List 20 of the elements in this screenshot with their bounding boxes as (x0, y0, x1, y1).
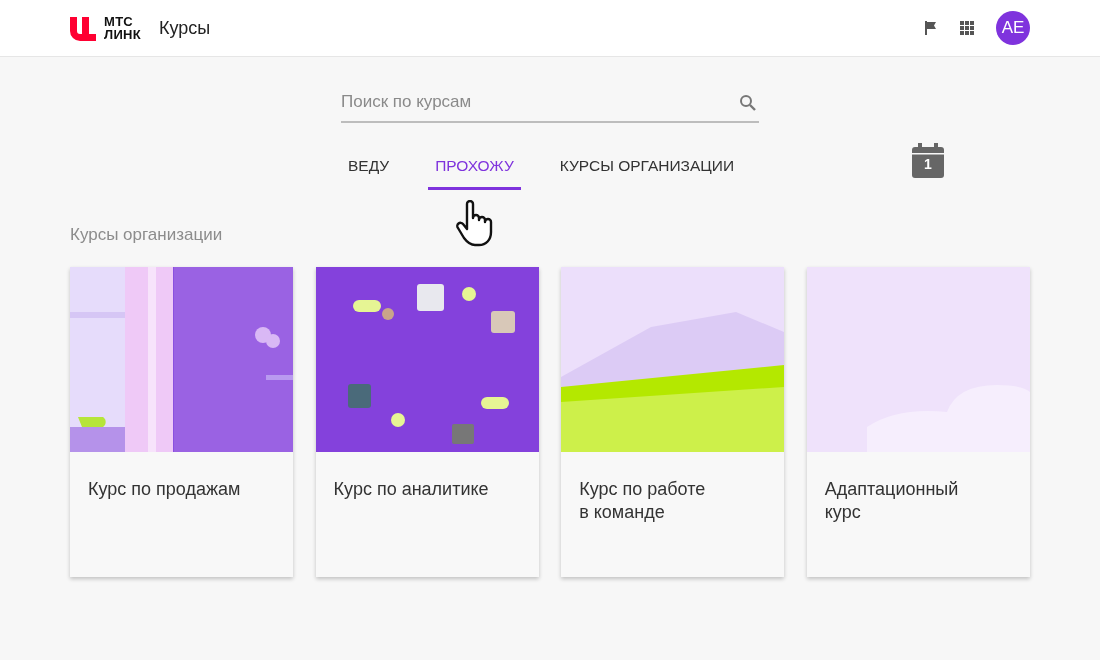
course-title: Курс по работе в команде (578, 478, 707, 524)
page-title: Курсы (159, 17, 211, 39)
section-title: Курсы организации (70, 225, 224, 245)
course-card[interactable]: Курс по аналитике (315, 267, 539, 577)
apps-grid-icon[interactable] (960, 21, 974, 35)
logo-icon (70, 15, 96, 41)
search-field[interactable]: Поиск по курсам (341, 83, 759, 123)
logo-text: МТС ЛИНК (104, 15, 141, 41)
course-card[interactable]: Адаптационный курс (806, 267, 1030, 577)
course-title: Курс по аналитике (332, 478, 490, 501)
course-card[interactable]: Курс по продажам (70, 267, 293, 577)
search-icon[interactable] (739, 94, 757, 112)
course-card[interactable]: Курс по работе в команде (561, 267, 785, 577)
user-avatar[interactable]: AE (996, 11, 1030, 45)
course-title: Курс по продажам (87, 478, 242, 501)
flag-icon[interactable] (924, 21, 938, 35)
course-title: Адаптационный курс (823, 478, 960, 524)
tab[interactable]: КУРСЫ ОРГАНИЗАЦИИ (552, 149, 742, 190)
tab[interactable]: ПРОХОЖУ (428, 149, 521, 190)
tab[interactable]: ВЕДУ (341, 149, 397, 190)
